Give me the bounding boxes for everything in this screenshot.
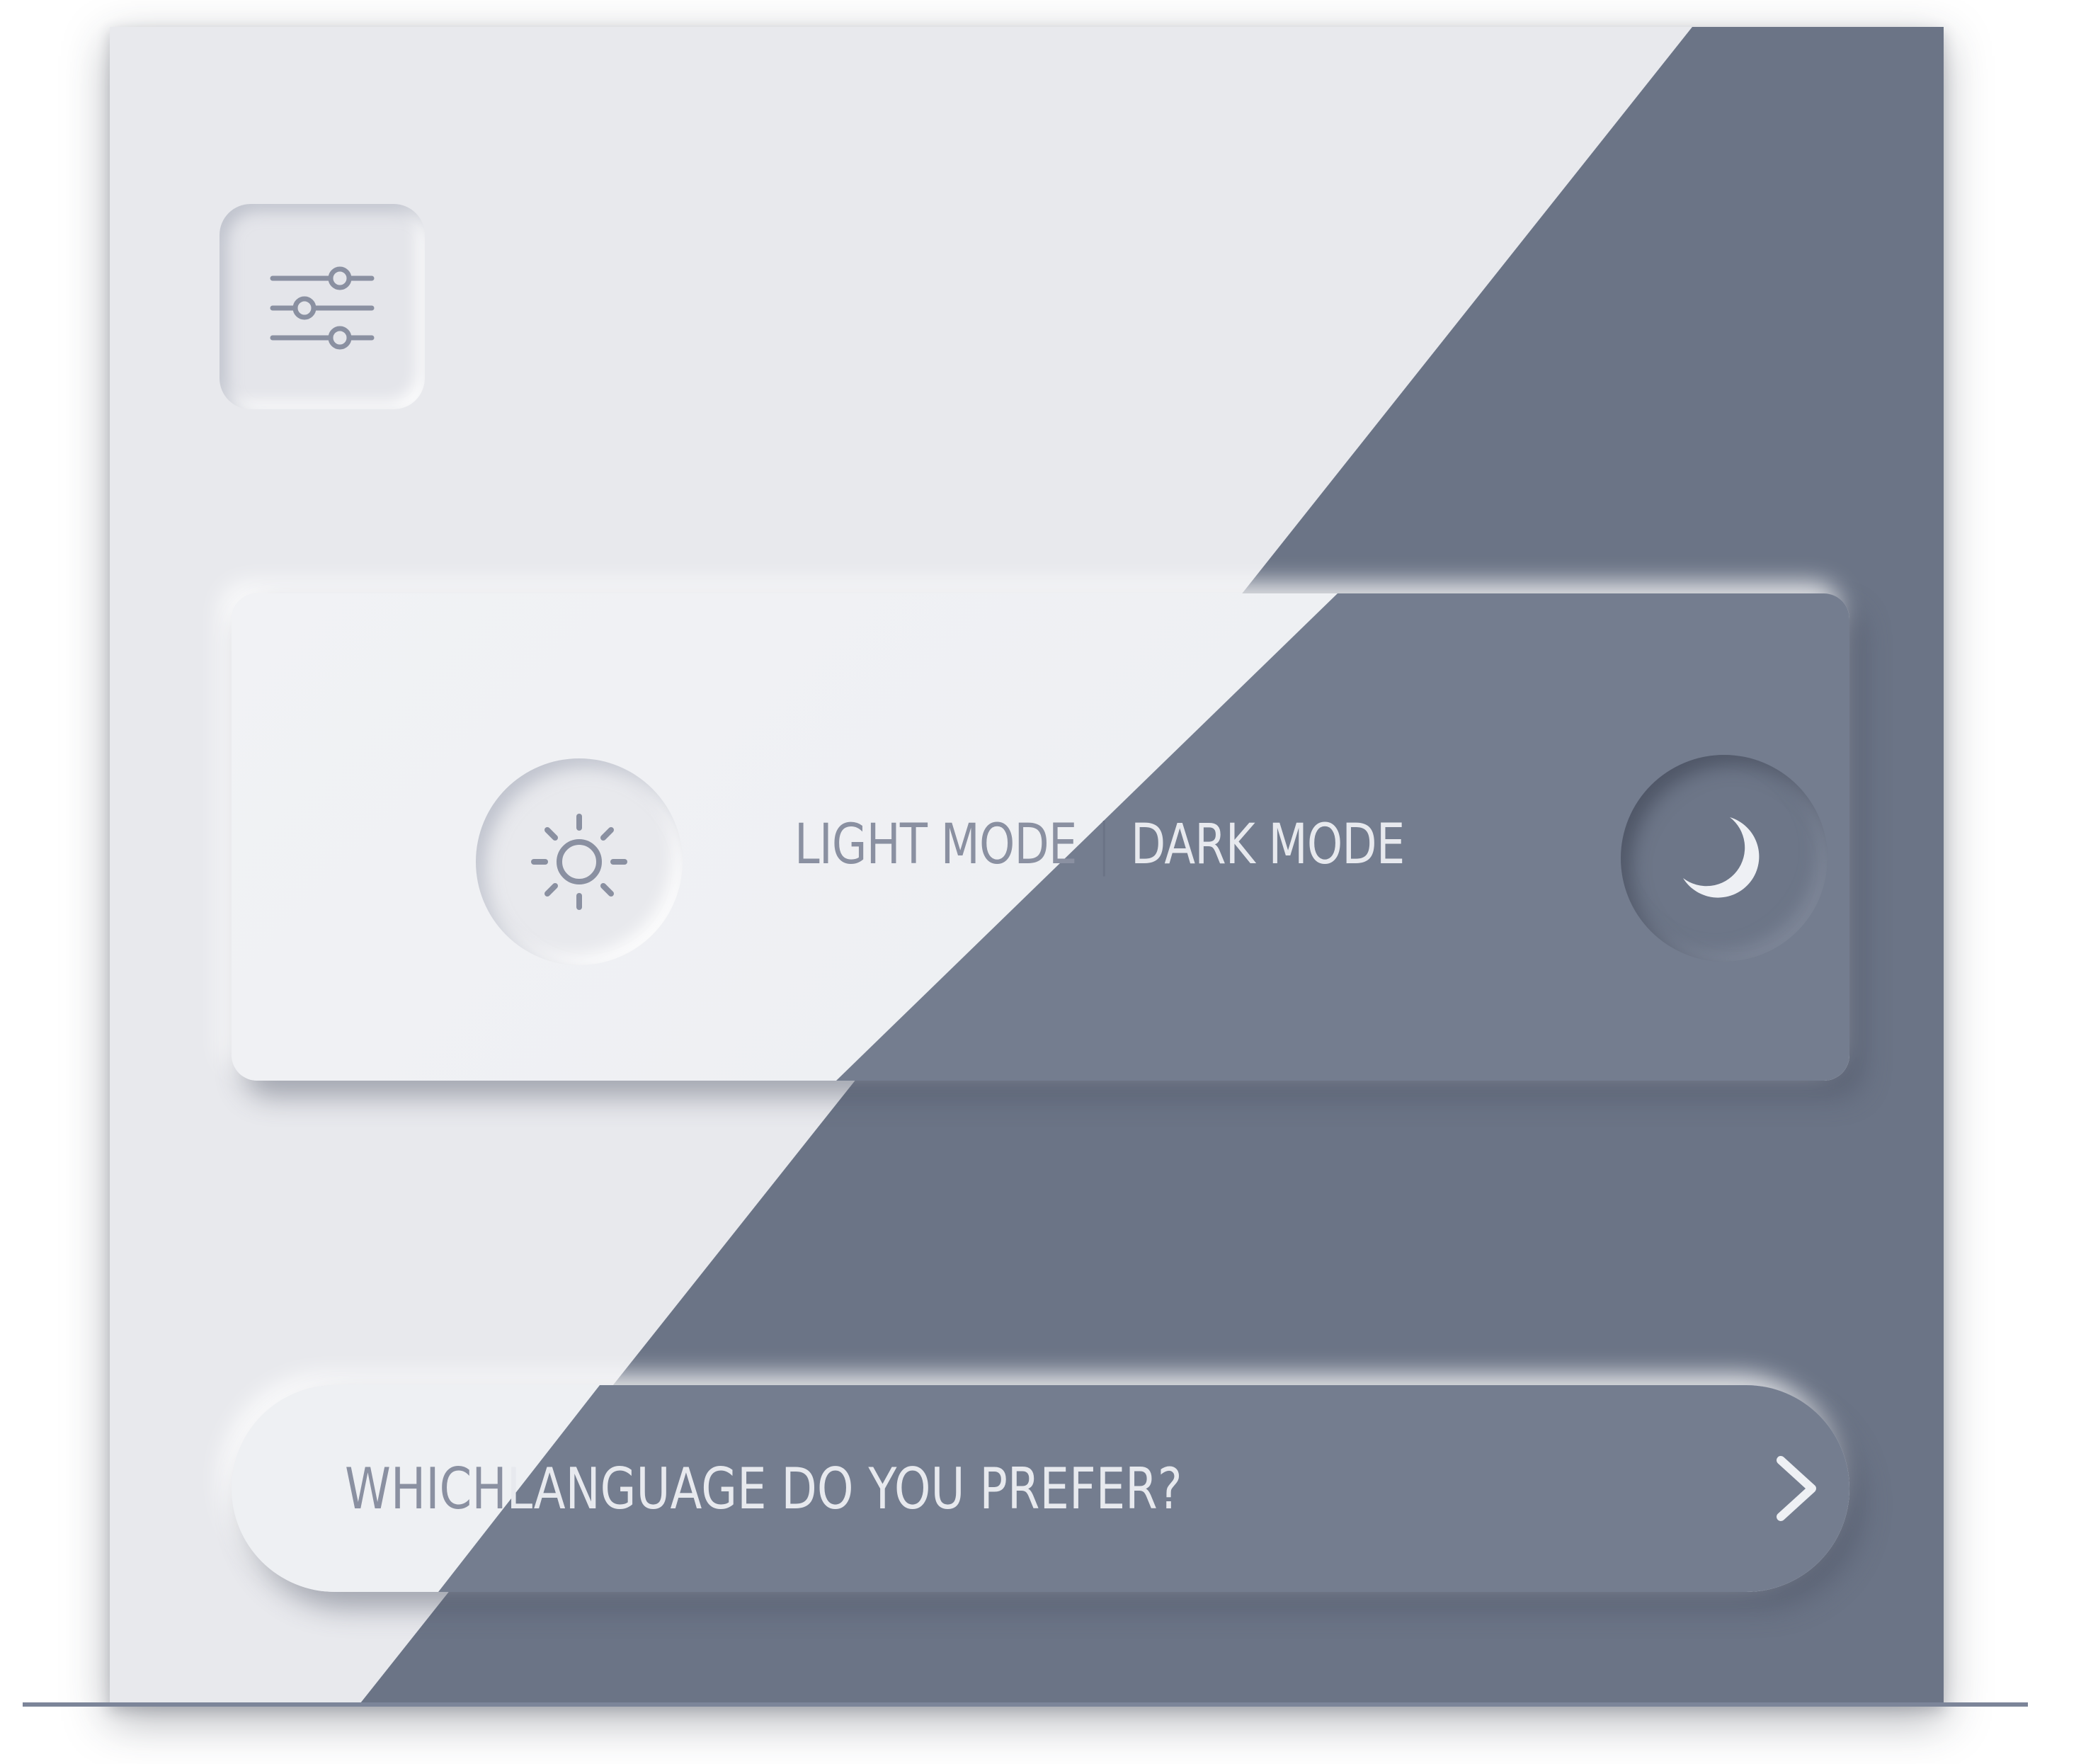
theme-mode-panel: LIGHT MODE | DARK MODE bbox=[232, 593, 1849, 1081]
sliders-icon bbox=[270, 266, 375, 350]
sun-icon bbox=[531, 814, 627, 910]
theme-mode-label: LIGHT MODE | DARK MODE bbox=[794, 806, 1405, 884]
language-prompt-light: WHICH bbox=[345, 1455, 507, 1522]
language-prompt-dark: LANGUAGE DO YOU PREFER? bbox=[506, 1455, 1182, 1522]
chevron-right-icon[interactable] bbox=[1768, 1453, 1825, 1524]
light-mode-label[interactable]: LIGHT MODE bbox=[794, 813, 1077, 877]
base-line bbox=[23, 1702, 2028, 1707]
dark-mode-button[interactable] bbox=[1621, 755, 1828, 962]
mode-separator: | bbox=[1096, 813, 1112, 877]
language-prompt: WHICH LANGUAGE DO YOU PREFER? bbox=[345, 1385, 1182, 1592]
settings-button[interactable] bbox=[219, 204, 425, 409]
settings-card: LIGHT MODE | DARK MODE WHICH LANGUAGE DO… bbox=[110, 27, 1944, 1707]
language-selector[interactable]: WHICH LANGUAGE DO YOU PREFER? bbox=[232, 1385, 1849, 1592]
dark-mode-label[interactable]: DARK MODE bbox=[1131, 813, 1405, 877]
stage: LIGHT MODE | DARK MODE WHICH LANGUAGE DO… bbox=[0, 0, 2081, 1764]
moon-icon bbox=[1683, 817, 1760, 898]
light-mode-button[interactable] bbox=[476, 758, 683, 965]
